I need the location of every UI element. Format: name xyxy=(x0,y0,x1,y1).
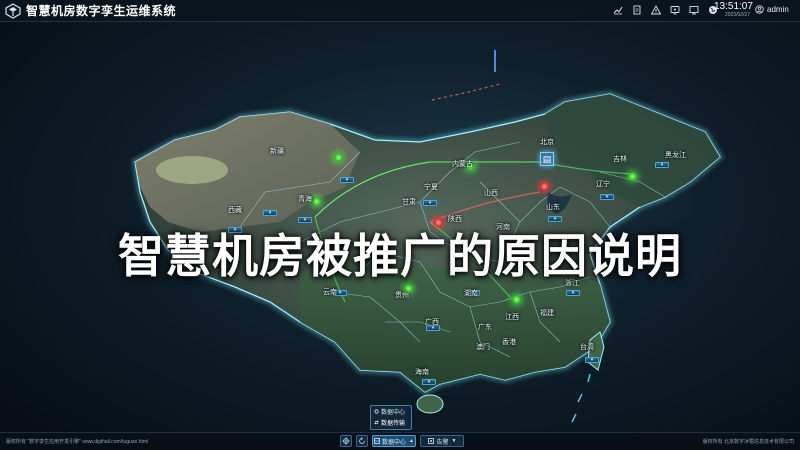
alarm-dropdown-label: 告警 xyxy=(436,439,449,446)
region-label-gansu[interactable]: 甘肃 xyxy=(402,197,416,207)
locate-button[interactable] xyxy=(340,435,352,447)
top-bar: 智慧机房数字孪生运维系统 13:51:07 2023/02/27 admin xyxy=(0,0,800,22)
region-label-shandong[interactable]: 山东 xyxy=(546,202,560,212)
marker-tag: ▾ xyxy=(263,210,277,216)
clock: 13:51:07 2023/02/27 xyxy=(714,1,753,19)
layer-popup-menu: 数据中心 数据传输 xyxy=(370,405,412,430)
refresh-icon xyxy=(359,437,365,444)
marker-tag: ▾ xyxy=(655,162,669,168)
bottom-bar: 版权所有 "数字孪生应用开发引擎" www.digihail.com/tugua… xyxy=(0,432,800,450)
region-label-shanxi[interactable]: 山西 xyxy=(484,188,498,198)
warning-icon[interactable] xyxy=(650,4,662,16)
region-label-liaoning[interactable]: 辽宁 xyxy=(596,179,610,189)
footer-copyright-left: 版权所有 "数字孪生应用开发引擎" www.digihail.com/tugua… xyxy=(6,439,149,445)
clock-time: 13:51:07 xyxy=(714,1,753,12)
popup-item-label: 数据传输 xyxy=(381,421,406,427)
region-label-jilin[interactable]: 吉林 xyxy=(613,154,627,164)
marker-tag: ▾ xyxy=(585,357,599,363)
popup-item-data-center[interactable]: 数据中心 xyxy=(371,406,411,417)
region-label-qinghai[interactable]: 青海 xyxy=(298,194,312,204)
data-center-pin-jiangxi[interactable] xyxy=(512,295,521,304)
document-icon[interactable] xyxy=(631,4,643,16)
region-label-taiwan[interactable]: 台湾 xyxy=(580,342,594,352)
reset-button[interactable] xyxy=(356,435,368,447)
app-logo-icon xyxy=(5,2,21,19)
user-menu[interactable]: admin xyxy=(755,5,789,14)
layer-dropdown[interactable]: 数据中心 ▲ xyxy=(372,435,416,447)
region-label-guizhou[interactable]: 贵州 xyxy=(395,290,409,300)
alarm-dropdown[interactable]: 告警 ▼ xyxy=(420,435,464,447)
display-icon[interactable] xyxy=(688,4,700,16)
marker-tag: ▾ xyxy=(566,290,580,296)
region-label-yunnan[interactable]: 云南 xyxy=(323,287,337,297)
region-label-fujian[interactable]: 福建 xyxy=(540,308,554,318)
alert-pin-beijing[interactable] xyxy=(540,182,549,191)
region-label-heilongjiang[interactable]: 黑龙江 xyxy=(665,150,686,160)
region-label-neimenggu[interactable]: 内蒙古 xyxy=(452,159,473,169)
layer-dropdown-label: 数据中心 xyxy=(382,439,407,446)
popup-item-data-transfer[interactable]: 数据传输 xyxy=(371,417,411,428)
crosshair-icon xyxy=(342,437,350,445)
alarm-icon xyxy=(427,438,434,444)
user-icon xyxy=(755,5,764,14)
monitor-icon[interactable] xyxy=(669,4,681,16)
transfer-icon xyxy=(374,420,379,425)
data-center-pin-xinjiang[interactable] xyxy=(334,153,343,162)
gear-icon xyxy=(374,409,379,414)
marker-tag: ▾ xyxy=(600,194,614,200)
caret-up-icon: ▲ xyxy=(409,438,414,444)
user-name: admin xyxy=(767,5,789,14)
app-title: 智慧机房数字孪生运维系统 xyxy=(26,4,177,18)
region-label-hainan[interactable]: 海南 xyxy=(415,367,429,377)
clock-date: 2023/02/27 xyxy=(724,12,750,18)
marker-tag: ▾ xyxy=(423,200,437,206)
region-label-xianggang[interactable]: 香港 xyxy=(502,337,516,347)
region-label-xinjiang[interactable]: 新疆 xyxy=(270,146,284,156)
region-label-ningxia[interactable]: 宁夏 xyxy=(424,182,438,192)
region-label-hunan[interactable]: 湖南 xyxy=(464,288,478,298)
region-label-beijing[interactable]: 北京 xyxy=(540,137,554,147)
data-center-pin-qinghai[interactable] xyxy=(312,197,321,206)
footer-copyright-right: 版权所有 北京数字冰雹信息技术有限公司 xyxy=(702,439,794,445)
marker-tag: ▾ xyxy=(422,379,436,385)
overlay-title: 智慧机房被推广的原因说明 xyxy=(118,229,682,283)
marker-tag: ▾ xyxy=(340,177,354,183)
popup-item-label: 数据中心 xyxy=(381,410,406,416)
region-label-xizang[interactable]: 西藏 xyxy=(228,205,242,215)
beijing-center-marker[interactable]: ▤ xyxy=(540,152,554,166)
caret-down-icon: ▼ xyxy=(451,438,457,444)
region-label-jiangxi[interactable]: 江西 xyxy=(505,312,519,322)
region-label-aomen[interactable]: 澳门 xyxy=(476,342,490,352)
layers-icon xyxy=(374,438,380,444)
data-center-pin-jilin[interactable] xyxy=(628,172,637,181)
region-label-guangdong[interactable]: 广东 xyxy=(478,322,492,332)
region-label-guangxi[interactable]: 广西 xyxy=(425,317,439,327)
chart-line-icon[interactable] xyxy=(612,4,624,16)
toolbar-icons xyxy=(612,4,719,16)
